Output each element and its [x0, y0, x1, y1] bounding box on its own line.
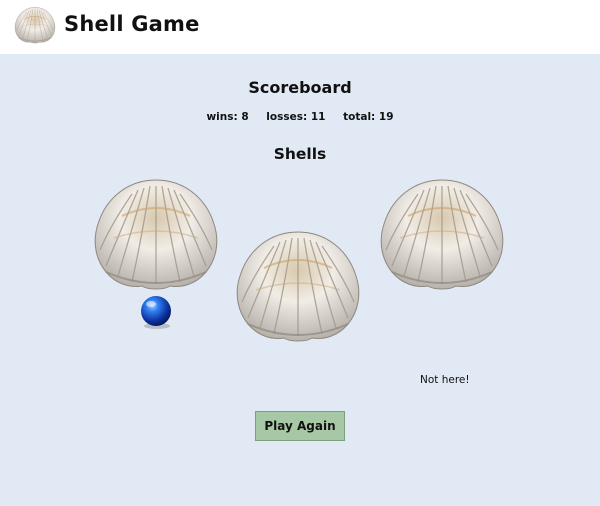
feedback-message: Not here!: [420, 374, 470, 386]
seashell-icon: [14, 6, 56, 48]
shells-title: Shells: [273, 145, 327, 163]
wins-value: 8: [241, 111, 249, 123]
shell-3[interactable]: [378, 176, 506, 292]
wins-label: wins:: [206, 111, 238, 123]
play-again-button[interactable]: Play Again: [255, 411, 345, 441]
shell-1[interactable]: [92, 176, 220, 292]
seashell-icon: [92, 176, 220, 292]
total-value: 19: [378, 111, 394, 123]
score-summary: wins: 8 losses: 11 total: 19: [0, 111, 600, 123]
losses-label: losses:: [266, 111, 308, 123]
total-label: total:: [343, 111, 376, 123]
scoreboard-title: Scoreboard: [248, 78, 352, 97]
blue-ball-icon: [138, 294, 174, 330]
seashell-icon: [234, 228, 362, 344]
losses-value: 11: [310, 111, 326, 123]
losses-stat: losses: 11: [266, 111, 325, 123]
total-stat: total: 19: [343, 111, 393, 123]
seashell-icon: [378, 176, 506, 292]
app-title: Shell Game: [64, 12, 200, 36]
app-header: Shell Game: [0, 0, 600, 54]
wins-stat: wins: 8: [206, 111, 248, 123]
shell-2[interactable]: [234, 228, 362, 344]
game-area: Scoreboard wins: 8 losses: 11 total: 19 …: [0, 54, 600, 506]
